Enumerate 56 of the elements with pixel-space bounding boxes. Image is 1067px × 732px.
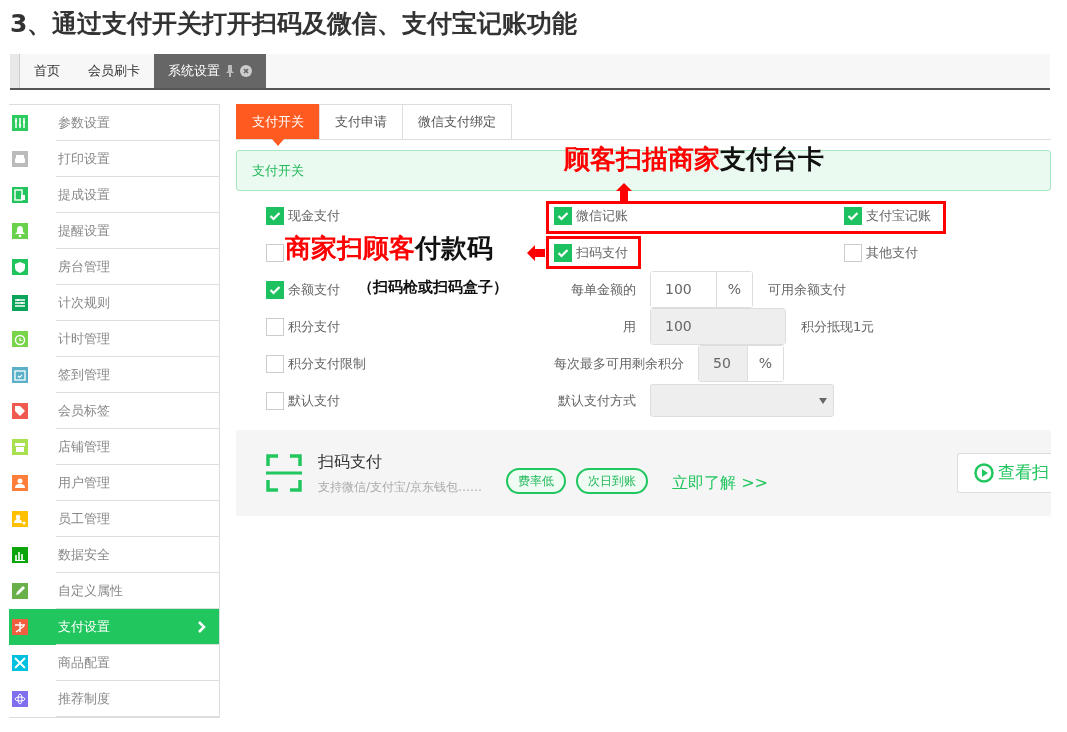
checkbox-label: 积分支付 xyxy=(288,317,340,336)
up-arrow xyxy=(616,183,632,201)
checkbox[interactable] xyxy=(266,391,284,410)
checkbox-label: 其他支付 xyxy=(866,243,918,262)
annotation-note: （扫码枪或扫码盒子） xyxy=(358,277,508,298)
checkmark-icon xyxy=(557,247,569,258)
scan-icon xyxy=(266,454,302,492)
caret-icon xyxy=(819,397,827,404)
checkbox-label: 积分支付限制 xyxy=(288,354,366,373)
tab[interactable]: 微信支付绑定 xyxy=(402,104,512,139)
left-arrow xyxy=(527,245,545,261)
checkbox[interactable] xyxy=(554,206,572,225)
card-title: 扫码支付 xyxy=(318,451,383,473)
nav-tab[interactable]: 系统设置 xyxy=(154,54,266,88)
annotation-text: 商家扫顾客付款码 xyxy=(285,233,493,265)
field-note: 积分抵现1元 xyxy=(801,317,875,336)
field-note: 可用余额支付 xyxy=(768,280,846,299)
checkbox-label: 默认支付 xyxy=(288,391,340,410)
feature-tag: 费率低 xyxy=(506,468,567,494)
tab-scroll-edge xyxy=(10,54,20,88)
checkbox[interactable] xyxy=(844,206,862,225)
view-button[interactable]: 查看扫 xyxy=(957,453,1051,493)
checkbox-label: 扫码支付 xyxy=(576,243,628,262)
checkbox-label: 余额支付 xyxy=(288,280,340,299)
checkbox-label: 支付宝记账 xyxy=(866,206,931,225)
page-title: 3、通过支付开关打开扫码及微信、支付宝记账功能 xyxy=(10,8,579,40)
input-field[interactable]: 100 % xyxy=(650,271,753,308)
feature-tag: 次日到账 xyxy=(576,468,649,494)
sidebar-item[interactable]: 支付设置 xyxy=(9,609,219,645)
checkmark-icon xyxy=(269,284,281,295)
nav-tab[interactable]: 会员刷卡 xyxy=(74,54,154,88)
field-label: 每次最多可用剩余积分 xyxy=(554,354,684,373)
checkbox-label: 微信记账 xyxy=(576,206,628,225)
learn-more-link[interactable]: 立即了解 >> xyxy=(672,471,768,495)
checkbox[interactable] xyxy=(266,280,284,299)
annotation-text: 顾客扫描商家支付台卡 xyxy=(564,144,824,176)
close-icon[interactable] xyxy=(240,65,252,77)
field-label: 默认支付方式 xyxy=(557,391,636,410)
checkmark-icon xyxy=(269,210,281,221)
play-icon xyxy=(974,463,994,483)
field-label: 用 xyxy=(622,317,636,336)
checkbox[interactable] xyxy=(266,243,284,262)
card-description: 支持微信/支付宝/京东钱包…… xyxy=(318,479,483,496)
field-label: 每单金额的 xyxy=(570,280,636,299)
checkmark-icon xyxy=(847,210,859,221)
checkbox[interactable] xyxy=(266,354,284,373)
chevron-icon xyxy=(197,620,207,634)
tab[interactable]: 支付申请 xyxy=(319,104,403,139)
checkbox[interactable] xyxy=(844,243,862,262)
checkbox-label: 现金支付 xyxy=(288,206,340,225)
checkmark-icon xyxy=(557,210,569,221)
checkbox[interactable] xyxy=(266,206,284,225)
nav-tab[interactable]: 首页 xyxy=(20,54,74,88)
checkbox[interactable] xyxy=(554,243,572,262)
checkbox[interactable] xyxy=(266,317,284,336)
pin-icon[interactable] xyxy=(226,65,234,77)
